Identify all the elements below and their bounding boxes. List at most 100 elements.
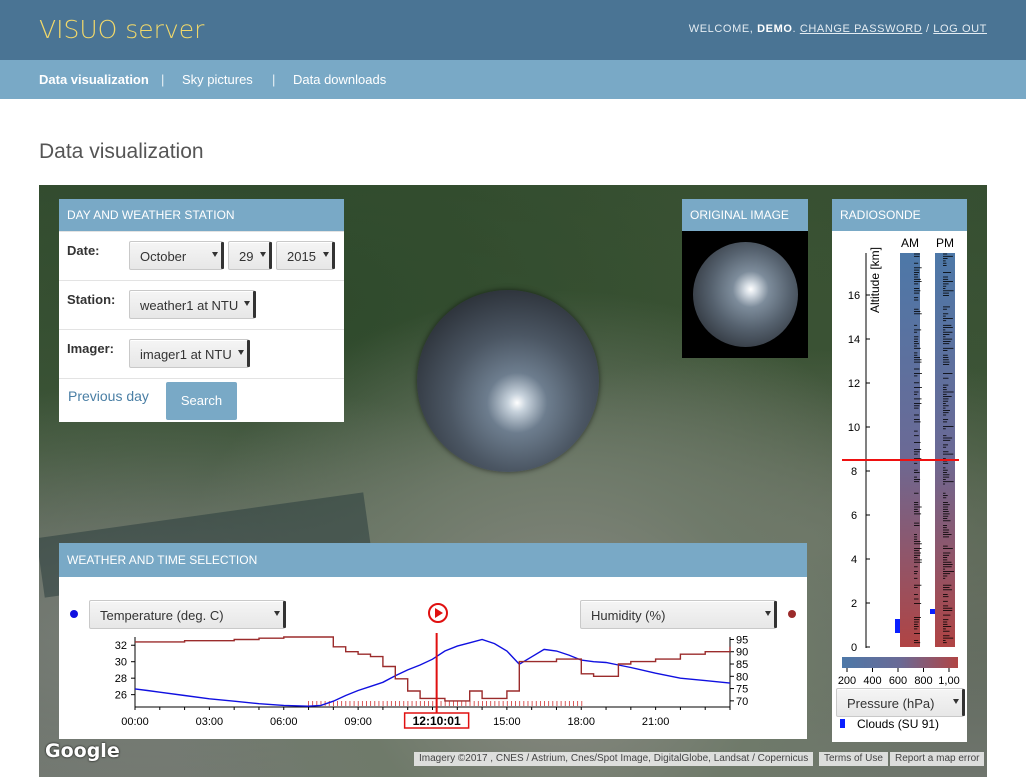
brand-title[interactable]: VISUO server	[39, 15, 204, 44]
month-select[interactable]: October	[129, 241, 224, 270]
station-label: Station:	[67, 292, 116, 307]
chevron-down-icon	[212, 252, 218, 257]
x-tick-label: 03:00	[196, 716, 224, 728]
search-button[interactable]: Search	[166, 382, 237, 420]
left-tick-label: 28	[115, 673, 127, 685]
pm-label: PM	[936, 236, 954, 250]
right-tick-label: 85	[736, 659, 748, 671]
left-tick-label: 30	[115, 657, 127, 669]
nav-sky-pictures[interactable]: Sky pictures	[182, 72, 253, 87]
x-tick-label: 09:00	[344, 716, 372, 728]
top-header: VISUO server WELCOME, DEMO. CHANGE PASSW…	[0, 0, 1026, 60]
username: DEMO	[757, 23, 793, 35]
pm-cloud-marker	[930, 609, 935, 614]
panel-title: ORIGINAL IMAGE	[682, 199, 808, 231]
year-select[interactable]: 2015	[276, 241, 335, 270]
nav-separator: |	[161, 72, 165, 87]
logout-link[interactable]: LOG OUT	[933, 23, 987, 35]
main-nav: Data visualization | Sky pictures | Data…	[0, 60, 1026, 99]
right-tick-label: 90	[736, 647, 748, 659]
google-logo: Google	[45, 740, 120, 762]
clouds-legend: Clouds (SU 91)	[840, 717, 939, 731]
map-imagery-credit: Imagery ©2017 , CNES / Astrium, Cnes/Spo…	[414, 752, 814, 766]
altitude-tick-label: 0	[851, 642, 857, 654]
panel-title: DAY AND WEATHER STATION	[59, 199, 344, 231]
station-row: Station: weather1 at NTU	[59, 280, 344, 329]
temperature-select[interactable]: Temperature (deg. C)	[89, 600, 286, 629]
day-station-panel: DAY AND WEATHER STATION Date: October 29…	[59, 199, 344, 422]
am-label: AM	[901, 236, 919, 250]
pm-profile-column	[935, 253, 955, 647]
panel-title: WEATHER AND TIME SELECTION	[59, 543, 807, 577]
panel-title: RADIOSONDE	[832, 199, 967, 231]
x-tick-label: 18:00	[567, 716, 595, 728]
x-tick-label: 21:00	[642, 716, 670, 728]
imager-row: Imager: imager1 at NTU	[59, 329, 344, 378]
imager-label: Imager:	[67, 341, 114, 356]
page-title: Data visualization	[39, 140, 204, 163]
am-cloud-marker	[895, 619, 900, 633]
clouds-legend-label: Clouds (SU 91)	[857, 717, 940, 731]
humidity-dot-icon	[788, 610, 796, 618]
altitude-tick-label: 16	[848, 290, 860, 302]
altitude-tick-label: 10	[848, 422, 860, 434]
chevron-down-icon	[765, 611, 771, 616]
temperature-dot-icon	[70, 610, 78, 618]
pressure-tick-label: 600	[889, 675, 907, 687]
day-select[interactable]: 29	[228, 241, 272, 270]
chevron-down-icon	[244, 301, 250, 306]
cloud-legend-swatch	[840, 719, 845, 728]
pressure-tick-label: 800	[914, 675, 932, 687]
radiosonde-panel: RADIOSONDE AM PM 0 2 4 6 8 10 12 14 16 Altitude …	[832, 199, 967, 742]
change-password-link[interactable]: CHANGE PASSWORD	[800, 23, 922, 35]
humidity-select[interactable]: Humidity (%)	[580, 600, 777, 629]
pressure-tick-label: 400	[863, 675, 881, 687]
am-profile-column	[900, 253, 920, 647]
temperature-line	[134, 638, 731, 707]
chevron-down-icon	[274, 611, 280, 616]
left-tick-label: 26	[115, 690, 127, 702]
previous-day-link[interactable]: Previous day	[68, 388, 149, 404]
x-tick-label: 15:00	[493, 716, 521, 728]
altitude-tick-label: 14	[848, 334, 860, 346]
pressure-select[interactable]: Pressure (hPa)	[836, 688, 965, 717]
right-tick-label: 95	[736, 634, 748, 646]
date-row: Date: October 29 2015	[59, 231, 344, 280]
right-tick-label: 70	[736, 696, 748, 708]
chevron-down-icon	[260, 252, 266, 257]
x-tick-label: 06:00	[270, 716, 298, 728]
play-icon[interactable]	[428, 603, 448, 623]
sky-sphere-3d[interactable]	[417, 290, 599, 472]
chevron-down-icon	[323, 252, 329, 257]
chevron-down-icon	[953, 699, 959, 704]
report-map-error-link[interactable]: Report a map error	[890, 752, 985, 766]
station-select[interactable]: weather1 at NTU	[129, 290, 256, 319]
date-label: Date:	[67, 243, 100, 258]
x-tick-label: 00:00	[121, 716, 149, 728]
altitude-tick-label: 12	[848, 378, 860, 390]
left-tick-label: 32	[115, 640, 127, 652]
altitude-tick-label: 4	[851, 554, 857, 566]
header-separator: /	[922, 23, 934, 35]
terms-of-use-link[interactable]: Terms of Use	[819, 752, 888, 766]
chevron-down-icon	[238, 350, 244, 355]
nav-data-visualization[interactable]: Data visualization	[39, 72, 149, 87]
nav-data-downloads[interactable]: Data downloads	[293, 72, 386, 87]
right-tick-label: 75	[736, 684, 748, 696]
pressure-tick-label: 1,00	[938, 675, 959, 687]
altitude-tick-label: 6	[851, 510, 857, 522]
altitude-tick-label: 2	[851, 598, 857, 610]
radiosonde-chart[interactable]: AM PM 0 2 4 6 8 10 12 14 16 Altitude [km] 200 400…	[832, 232, 967, 742]
altitude-tick-label: 8	[851, 466, 857, 478]
nav-separator: |	[272, 72, 276, 87]
humidity-line	[135, 636, 731, 702]
altitude-axis-label: Altitude [km]	[868, 247, 882, 313]
weather-chart[interactable]: 32 30 28 26 959085807570 00:00 03:00 06:00 09:00…	[59, 629, 807, 739]
welcome-prefix: WELCOME,	[688, 23, 758, 35]
imager-select[interactable]: imager1 at NTU	[129, 339, 250, 368]
pressure-colorbar	[842, 657, 958, 668]
weather-time-panel: WEATHER AND TIME SELECTION Temperature (…	[59, 543, 807, 739]
user-welcome: WELCOME, DEMO. CHANGE PASSWORD / LOG OUT	[688, 23, 987, 35]
current-time-label: 12:10:01	[413, 714, 461, 728]
sky-image	[693, 242, 798, 347]
